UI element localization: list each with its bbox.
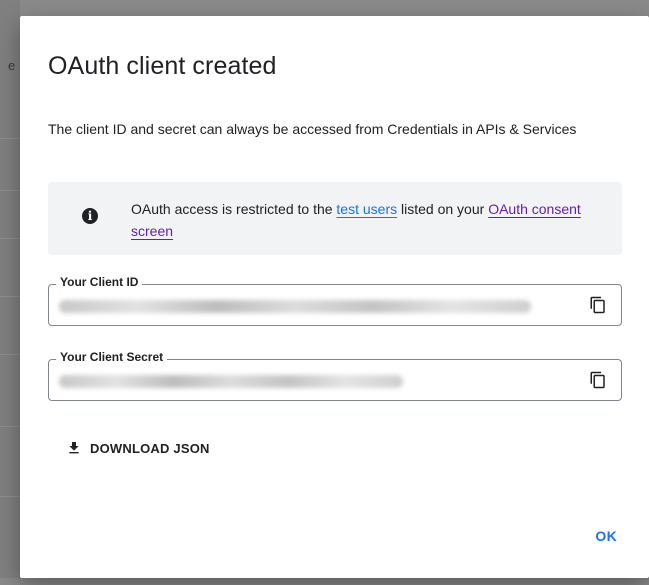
background-divider: [0, 238, 20, 239]
client-secret-field[interactable]: Your Client Secret: [48, 350, 622, 401]
background-divider: [0, 496, 20, 497]
download-icon: [69, 442, 79, 454]
client-id-label: Your Client ID: [56, 275, 143, 289]
background-text-fragment: e: [8, 58, 16, 73]
download-json-label: DOWNLOAD JSON: [90, 440, 210, 456]
background-divider: [0, 296, 20, 297]
oauth-client-created-dialog: OAuth client created The client ID and s…: [20, 16, 649, 578]
download-json-button[interactable]: DOWNLOAD JSON: [66, 437, 210, 459]
copy-icon[interactable]: [589, 296, 607, 314]
notice-text: OAuth access is restricted to the test u…: [131, 198, 601, 242]
test-users-link[interactable]: test users: [336, 201, 397, 217]
background-divider: [0, 354, 20, 355]
info-icon: i: [82, 208, 98, 224]
dialog-title: OAuth client created: [48, 52, 277, 80]
background-divider: [0, 190, 20, 191]
dialog-description: The client ID and secret can always be a…: [48, 121, 577, 137]
restriction-notice: i OAuth access is restricted to the test…: [48, 182, 622, 255]
background-divider: [0, 138, 20, 139]
background-page-edge: e: [0, 0, 20, 585]
background-bottom-strip: [0, 578, 649, 585]
background-divider: [0, 426, 20, 427]
copy-icon[interactable]: [589, 371, 607, 389]
ok-button[interactable]: OK: [595, 528, 617, 544]
notice-text-middle: listed on your: [397, 201, 489, 217]
client-secret-redacted-value: [59, 375, 403, 388]
background-top-strip: [0, 0, 649, 16]
client-id-redacted-value: [59, 300, 531, 313]
client-id-field[interactable]: Your Client ID: [48, 275, 622, 326]
notice-text-before: OAuth access is restricted to the: [131, 201, 337, 217]
client-secret-label: Your Client Secret: [56, 350, 168, 364]
